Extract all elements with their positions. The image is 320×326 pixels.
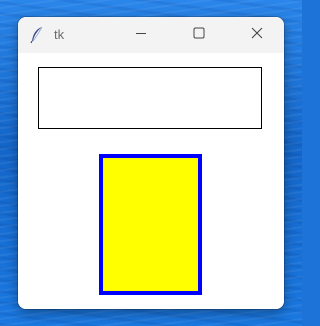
- title-bar[interactable]: tk: [18, 17, 284, 53]
- yellow-rectangle: [99, 154, 202, 295]
- maximize-button[interactable]: [176, 17, 222, 53]
- minimize-icon: [135, 26, 147, 44]
- text-entry[interactable]: [38, 67, 262, 129]
- close-button[interactable]: [234, 17, 280, 53]
- window-title: tk: [54, 27, 65, 42]
- maximize-icon: [193, 26, 205, 44]
- tk-feather-icon: [30, 26, 44, 44]
- tk-window: tk: [18, 17, 284, 309]
- minimize-button[interactable]: [118, 17, 164, 53]
- close-icon: [251, 26, 263, 44]
- window-client-area: [18, 53, 284, 309]
